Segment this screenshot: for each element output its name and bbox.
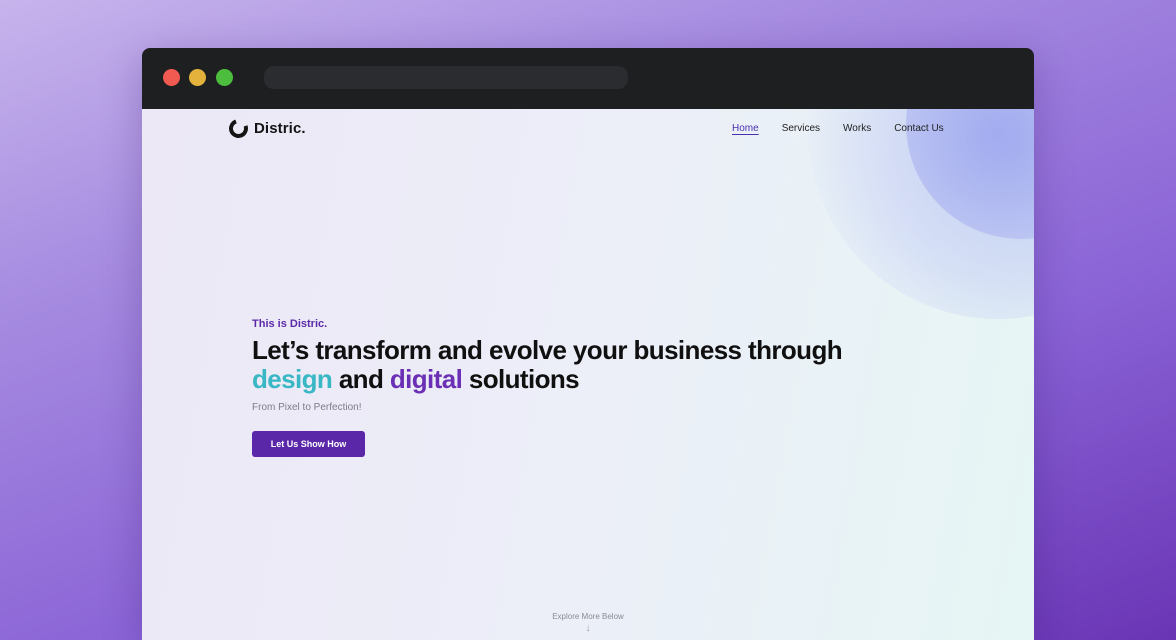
nav-item-services[interactable]: Services [782, 123, 820, 134]
hero-eyebrow: This is Distric. [252, 318, 328, 330]
brand-name: Distric. [254, 120, 306, 137]
nav-item-works[interactable]: Works [843, 123, 871, 134]
nav-item-contact-us[interactable]: Contact Us [894, 123, 943, 134]
ring-logo-icon [225, 115, 252, 142]
web-page: Distric. Home Services Works Contact Us … [142, 109, 1034, 640]
hero-tagline: From Pixel to Perfection! [252, 402, 362, 413]
minimize-window-button[interactable] [189, 69, 206, 86]
headline-word-and: and [332, 364, 390, 394]
address-bar[interactable] [264, 66, 628, 89]
browser-titlebar [142, 48, 1034, 109]
browser-window: Distric. Home Services Works Contact Us … [142, 48, 1034, 640]
hero-section: This is Distric. Let’s transform and evo… [252, 318, 843, 457]
headline-word-design: design [252, 364, 333, 394]
headline-word-solutions: solutions [462, 364, 580, 394]
headline-word-digital: digital [389, 364, 463, 394]
explore-more-label: Explore More Below [552, 612, 624, 621]
main-nav: Home Services Works Contact Us [732, 123, 944, 134]
close-window-button[interactable] [163, 69, 180, 86]
maximize-window-button[interactable] [216, 69, 233, 86]
headline-line-1: Let’s transform and evolve your business… [252, 335, 843, 365]
arrow-down-icon: ↓ [585, 623, 591, 634]
nav-item-home[interactable]: Home [732, 123, 759, 134]
let-us-show-how-button[interactable]: Let Us Show How [252, 431, 365, 457]
explore-more-hint[interactable]: Explore More Below ↓ [142, 612, 1034, 634]
hero-headline: Let’s transform and evolve your business… [252, 335, 843, 394]
brand-logo[interactable]: Distric. [225, 115, 306, 142]
